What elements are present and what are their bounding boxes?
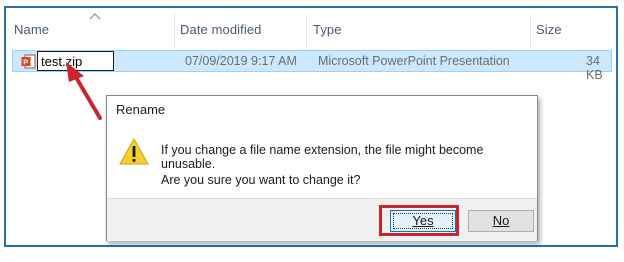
column-header-type[interactable]: Type — [313, 22, 342, 37]
annotation-highlight-box — [379, 205, 459, 236]
powerpoint-file-icon: P — [21, 54, 36, 69]
no-button[interactable]: No — [468, 210, 534, 232]
column-header-name[interactable]: Name — [14, 22, 49, 37]
svg-text:P: P — [23, 58, 28, 67]
column-header-size[interactable]: Size — [536, 22, 562, 37]
column-header-date-modified[interactable]: Date modified — [180, 22, 262, 37]
annotation-arrow-icon — [66, 62, 102, 120]
file-type: Microsoft PowerPoint Presentation — [318, 54, 510, 68]
sort-ascending-icon — [89, 13, 101, 20]
no-button-label: No — [492, 213, 510, 228]
dialog-body: If you change a file name extension, the… — [107, 124, 537, 198]
dialog-message-warning: If you change a file name extension, the… — [161, 143, 484, 171]
dialog-titlebar[interactable]: Rename — [107, 96, 537, 124]
dialog-footer: Yes No — [107, 198, 537, 241]
column-divider[interactable] — [174, 14, 175, 48]
dialog-message-question: Are you sure you want to change it? — [161, 173, 361, 187]
column-divider[interactable] — [306, 14, 307, 48]
column-divider[interactable] — [530, 14, 531, 48]
rename-dialog: Rename If you change a file name extensi… — [106, 95, 538, 241]
warning-icon — [119, 138, 149, 165]
column-header-row: Name Date modified Type Size — [6, 8, 616, 48]
dialog-title: Rename — [116, 102, 166, 117]
file-size: 34 KB — [586, 54, 603, 82]
file-date-modified: 07/09/2019 9:17 AM — [185, 54, 297, 68]
